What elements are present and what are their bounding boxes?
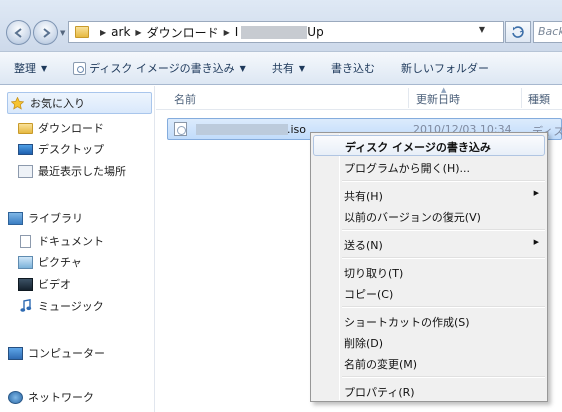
file-name-suffix: .iso xyxy=(287,123,307,136)
menu-item-restore-previous[interactable]: 以前のバージョンの復元(V) xyxy=(313,205,545,226)
documents-icon xyxy=(20,234,31,248)
libraries-icon xyxy=(8,211,23,225)
column-divider[interactable] xyxy=(521,88,522,108)
pictures-icon xyxy=(18,255,33,269)
sidebar-item-recent-places[interactable]: 最近表示した場所 xyxy=(18,163,126,179)
menu-separator xyxy=(342,306,545,308)
breadcrumb-current-suffix[interactable]: Up xyxy=(307,25,323,39)
menu-item-delete[interactable]: 削除(D) xyxy=(313,331,545,352)
organize-label: 整理 xyxy=(14,62,36,75)
chevron-right-icon: ▶ xyxy=(100,27,107,37)
sidebar-label: コンピューター xyxy=(28,347,105,360)
sidebar-item-pictures[interactable]: ピクチャ xyxy=(18,254,82,270)
redacted-text xyxy=(241,25,308,39)
share-label: 共有 xyxy=(271,62,294,75)
disc-icon xyxy=(73,61,87,75)
menu-separator xyxy=(342,257,545,259)
sidebar-label: ピクチャ xyxy=(38,256,82,269)
breadcrumb-current-prefix[interactable]: I xyxy=(235,25,239,39)
submenu-arrow-icon: ▶ xyxy=(533,189,539,197)
menu-item-burn-disc-image[interactable]: ディスク イメージの書き込み xyxy=(313,135,545,156)
menu-separator xyxy=(342,180,545,182)
videos-icon xyxy=(18,277,33,291)
new-folder-label: 新しいフォルダー xyxy=(400,62,489,75)
menu-item-share-label: 共有(H) xyxy=(344,190,383,203)
sidebar-label: ミュージック xyxy=(38,300,104,313)
sidebar-item-documents[interactable]: ドキュメント xyxy=(18,233,104,249)
burn-label: 書き込む xyxy=(330,62,375,75)
burn-button[interactable]: 書き込む xyxy=(331,60,375,76)
back-button[interactable] xyxy=(6,20,31,45)
menu-item-cut[interactable]: 切り取り(T) xyxy=(313,261,545,282)
sidebar-label: ネットワーク xyxy=(28,391,94,404)
menu-item-open-with[interactable]: プログラムから開く(H)... xyxy=(313,156,545,177)
sidebar-label: ライブラリ xyxy=(28,212,83,225)
arrow-right-icon xyxy=(42,27,51,38)
forward-button[interactable] xyxy=(33,20,58,45)
column-header-type[interactable]: 種類 xyxy=(528,91,550,107)
refresh-button[interactable] xyxy=(505,21,531,43)
menu-item-create-shortcut[interactable]: ショートカットの作成(S) xyxy=(313,310,545,331)
desktop-icon xyxy=(18,143,33,155)
menu-item-share[interactable]: 共有(H) ▶ xyxy=(313,184,545,205)
column-header-name[interactable]: 名前 xyxy=(174,91,196,107)
sidebar-item-downloads[interactable]: ダウンロード xyxy=(18,120,104,136)
share-button[interactable]: 共有 ▼ xyxy=(272,60,305,76)
column-header-modified[interactable]: 更新日時 xyxy=(416,91,460,107)
network-icon xyxy=(8,390,23,404)
column-divider[interactable] xyxy=(408,88,409,108)
menu-item-properties[interactable]: プロパティ(R) xyxy=(313,380,545,401)
address-area: ▼ ▶ ark ▶ ダウンロード ▶ I Up ▼ BackUp xyxy=(0,0,562,52)
disc-image-file-icon xyxy=(174,122,187,136)
sidebar-item-desktop[interactable]: デスクトップ xyxy=(18,141,104,157)
chevron-right-icon[interactable]: ▶ xyxy=(135,28,141,37)
address-dropdown-icon[interactable]: ▼ xyxy=(479,25,485,34)
organize-button[interactable]: 整理 ▼ xyxy=(14,60,47,76)
folder-icon xyxy=(75,26,89,38)
sidebar-label: ビデオ xyxy=(38,278,71,291)
chevron-down-icon: ▼ xyxy=(239,63,246,73)
sidebar-item-videos[interactable]: ビデオ xyxy=(18,276,71,292)
redacted-filename xyxy=(196,124,288,135)
new-folder-button[interactable]: 新しいフォルダー xyxy=(401,60,489,76)
menu-item-send-to[interactable]: 送る(N) ▶ xyxy=(313,233,545,254)
chevron-down-icon: ▼ xyxy=(298,63,305,73)
column-headers: 名前 ▲ 更新日時 種類 xyxy=(156,86,562,110)
burn-disc-image-label: ディスク イメージの書き込み xyxy=(89,62,235,75)
context-menu: ディスク イメージの書き込み プログラムから開く(H)... 共有(H) ▶ 以… xyxy=(310,132,548,402)
command-bar: 整理 ▼ ディスク イメージの書き込み ▼ 共有 ▼ 書き込む 新しいフォルダー xyxy=(0,52,562,85)
chevron-down-icon: ▼ xyxy=(41,63,48,73)
music-note-icon xyxy=(18,299,33,313)
sidebar-label: ドキュメント xyxy=(38,235,104,248)
sidebar-item-music[interactable]: ミュージック xyxy=(18,298,104,314)
sidebar-item-favorites[interactable]: お気に入り xyxy=(7,92,152,114)
recent-places-icon xyxy=(18,164,33,178)
breadcrumb-ark[interactable]: ark xyxy=(111,25,130,39)
menu-item-rename[interactable]: 名前の変更(M) xyxy=(313,352,545,373)
menu-item-copy[interactable]: コピー(C) xyxy=(313,282,545,303)
address-bar[interactable]: ▶ ark ▶ ダウンロード ▶ I Up ▼ xyxy=(68,21,504,43)
computer-icon xyxy=(8,346,23,360)
chevron-right-icon[interactable]: ▶ xyxy=(224,28,230,37)
sidebar-item-libraries[interactable]: ライブラリ xyxy=(8,210,83,226)
menu-separator xyxy=(342,376,545,378)
sidebar-label: お気に入り xyxy=(30,97,85,110)
downloads-folder-icon xyxy=(18,122,33,134)
arrow-left-icon xyxy=(13,27,22,38)
breadcrumb-downloads[interactable]: ダウンロード xyxy=(147,24,219,41)
sidebar-label: 最近表示した場所 xyxy=(38,165,126,178)
submenu-arrow-icon: ▶ xyxy=(533,238,539,246)
sidebar-item-computer[interactable]: コンピューター xyxy=(8,345,105,361)
sidebar-label: デスクトップ xyxy=(38,143,104,156)
sidebar-label: ダウンロード xyxy=(38,122,104,135)
menu-item-send-to-label: 送る(N) xyxy=(344,239,383,252)
navigation-pane: お気に入り ダウンロード デスクトップ 最近表示した場所 ライブラリ ドキュメン… xyxy=(0,86,155,412)
burn-disc-image-button[interactable]: ディスク イメージの書き込み ▼ xyxy=(73,60,246,76)
star-icon xyxy=(10,96,25,110)
recent-pages-dropdown[interactable]: ▼ xyxy=(60,29,65,37)
search-input[interactable]: BackUp xyxy=(533,21,562,43)
menu-separator xyxy=(342,229,545,231)
refresh-icon xyxy=(512,26,524,38)
sidebar-item-network[interactable]: ネットワーク xyxy=(8,389,94,405)
